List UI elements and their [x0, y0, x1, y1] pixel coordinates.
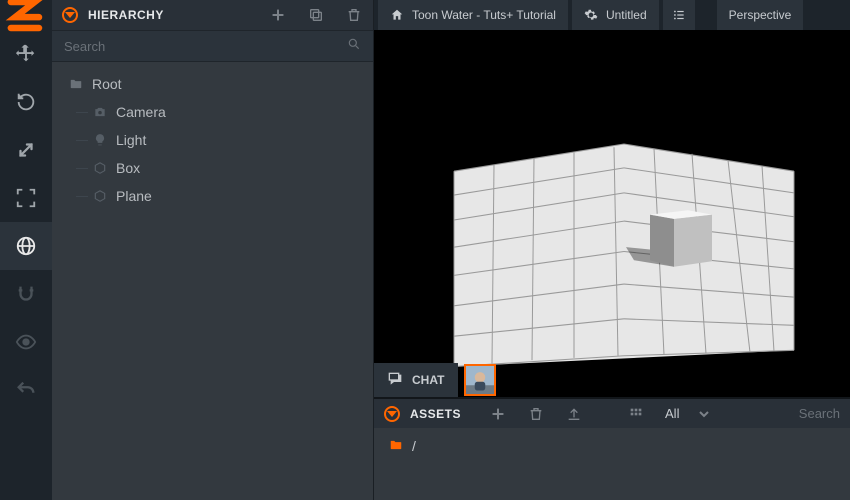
tree-label: Plane [116, 188, 152, 204]
tree-label: Camera [116, 104, 166, 120]
viewport-topbar: Toon Water - Tuts+ Tutorial Untitled Per… [374, 0, 850, 30]
hierarchy-header: HIERARCHY [52, 0, 373, 30]
project-name: Toon Water - Tuts+ Tutorial [412, 8, 556, 22]
scene-list-icon[interactable] [663, 0, 695, 30]
snap-tool-icon[interactable] [0, 270, 52, 318]
hierarchy-tree: Root Camera Light Box Plane [52, 62, 373, 500]
assets-panel: ASSETS All / [374, 397, 850, 500]
viewport-3d[interactable]: CHAT [374, 30, 850, 397]
duplicate-entity-icon[interactable] [307, 6, 325, 24]
add-asset-icon[interactable] [489, 405, 507, 423]
translate-tool-icon[interactable] [0, 30, 52, 78]
delete-entity-icon[interactable] [345, 6, 363, 24]
folder-icon[interactable] [388, 438, 404, 455]
search-icon [347, 37, 361, 56]
visibility-tool-icon[interactable] [0, 318, 52, 366]
chat-icon [388, 372, 404, 388]
add-entity-icon[interactable] [269, 6, 287, 24]
scene-settings-button[interactable]: Untitled [572, 0, 659, 30]
assets-filter-select[interactable]: All [665, 406, 679, 421]
chat-button[interactable]: CHAT [374, 363, 458, 397]
app-logo-icon[interactable] [0, 0, 52, 30]
scene-name: Untitled [606, 8, 647, 22]
rotate-tool-icon[interactable] [0, 78, 52, 126]
tree-node-light[interactable]: Light [60, 126, 365, 154]
light-icon [92, 132, 108, 148]
undo-tool-icon[interactable] [0, 366, 52, 414]
panel-toggle-icon[interactable] [384, 406, 400, 422]
tree-node-camera[interactable]: Camera [60, 98, 365, 126]
assets-title: ASSETS [410, 407, 461, 421]
chat-label: CHAT [412, 373, 444, 387]
hierarchy-search [52, 30, 373, 62]
hierarchy-panel: HIERARCHY Root Camera [52, 0, 374, 500]
scale-tool-icon[interactable] [0, 126, 52, 174]
user-avatar[interactable] [464, 364, 496, 396]
tool-rail [0, 0, 52, 500]
grid-view-icon[interactable] [627, 405, 645, 423]
upload-asset-icon[interactable] [565, 405, 583, 423]
world-space-icon[interactable] [0, 222, 52, 270]
tree-node-root[interactable]: Root [60, 70, 365, 98]
tree-label: Light [116, 132, 146, 148]
scene-canvas [374, 30, 850, 397]
panel-toggle-icon[interactable] [62, 7, 78, 23]
cube-icon [92, 188, 108, 204]
tree-label: Box [116, 160, 140, 176]
delete-asset-icon[interactable] [527, 405, 545, 423]
camera-mode-label: Perspective [729, 8, 792, 22]
chevron-down-icon[interactable] [695, 405, 713, 423]
camera-mode-button[interactable]: Perspective [717, 0, 804, 30]
hierarchy-title: HIERARCHY [88, 8, 249, 22]
assets-breadcrumb[interactable]: / [412, 438, 416, 454]
project-home-button[interactable]: Toon Water - Tuts+ Tutorial [378, 0, 568, 30]
assets-search-input[interactable] [787, 406, 840, 421]
tree-node-plane[interactable]: Plane [60, 182, 365, 210]
cube-icon [92, 160, 108, 176]
tree-label: Root [92, 76, 122, 92]
folder-icon [68, 76, 84, 92]
assets-header: ASSETS All [374, 398, 850, 428]
camera-icon [92, 104, 108, 120]
tree-node-box[interactable]: Box [60, 154, 365, 182]
hierarchy-search-input[interactable] [64, 39, 347, 54]
resize-tool-icon[interactable] [0, 174, 52, 222]
assets-breadcrumb-row: / [374, 428, 850, 500]
